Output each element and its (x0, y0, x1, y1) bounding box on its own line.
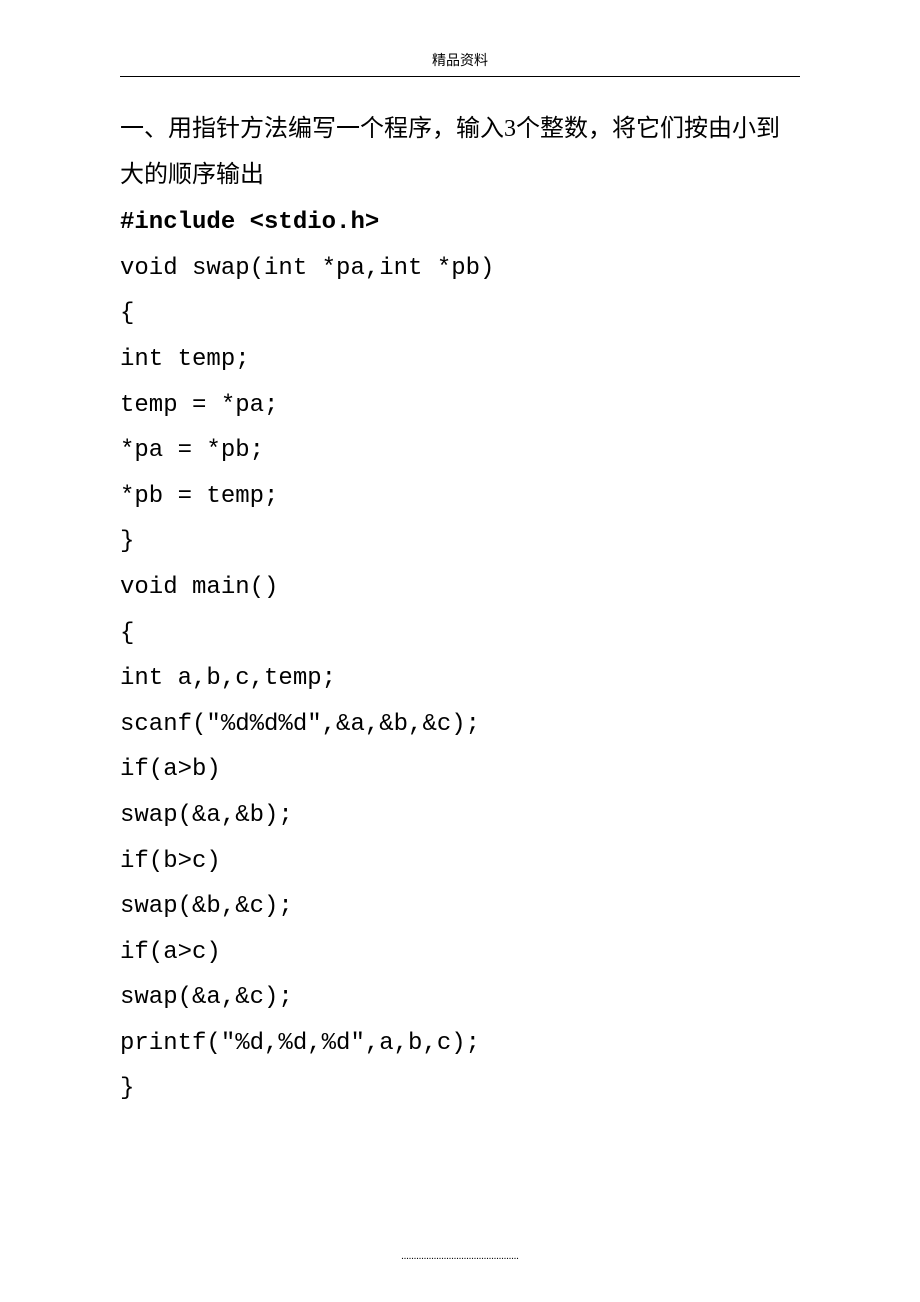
code-line: if(a>c) (120, 930, 800, 976)
header-label: 精品资料 (120, 50, 800, 70)
code-line: swap(&b,&c); (120, 884, 800, 930)
code-line: void swap(int *pa,int *pb) (120, 246, 800, 292)
code-line: int temp; (120, 337, 800, 383)
code-line: *pb = temp; (120, 474, 800, 520)
code-line: *pa = *pb; (120, 428, 800, 474)
code-line: temp = *pa; (120, 383, 800, 429)
code-line: { (120, 611, 800, 657)
code-line: if(b>c) (120, 839, 800, 885)
code-line: printf("%d,%d,%d",a,b,c); (120, 1021, 800, 1067)
code-line: } (120, 1066, 800, 1112)
code-include: #include <stdio.h> (120, 200, 800, 246)
code-line: int a,b,c,temp; (120, 656, 800, 702)
footer-dots: ........................................… (0, 1251, 920, 1262)
code-line: swap(&a,&b); (120, 793, 800, 839)
code-line: { (120, 291, 800, 337)
code-line: scanf("%d%d%d",&a,&b,&c); (120, 702, 800, 748)
code-line: } (120, 519, 800, 565)
code-line: void main() (120, 565, 800, 611)
header-rule (120, 76, 800, 77)
code-line: swap(&a,&c); (120, 975, 800, 1021)
code-line: if(a>b) (120, 747, 800, 793)
problem-statement: 一、用指针方法编写一个程序，输入3个整数，将它们按由小到大的顺序输出 (120, 107, 800, 198)
document-page: 精品资料 一、用指针方法编写一个程序，输入3个整数，将它们按由小到大的顺序输出 … (0, 0, 920, 1152)
